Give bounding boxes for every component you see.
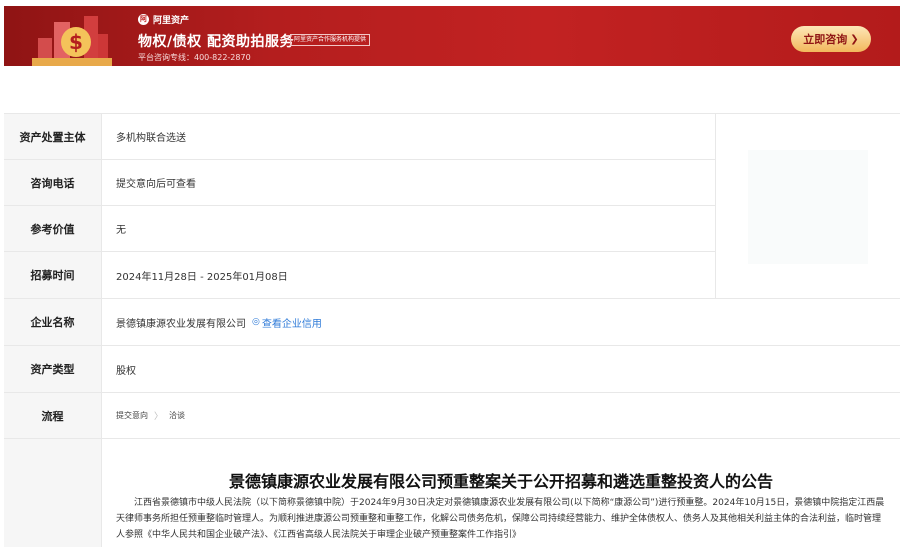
announcement-body: 江西省景德镇市中级人民法院（以下简称景德镇中院）于2024年9月30日决定对景德… <box>116 498 885 540</box>
table-row: 资产处置主体 多机构联合选送 <box>4 114 715 160</box>
table-row: 参考价值 无 <box>4 206 715 252</box>
banner-hotline: 平台咨询专线：400-822-2870 <box>138 53 251 62</box>
brand-name: 阿里资产 <box>153 16 190 26</box>
row-label: 资产处置主体 <box>4 114 102 159</box>
announcement-title: 景德镇康源农业发展有限公司预重整案关于公开招募和遴选重整投资人的公告 <box>228 472 773 491</box>
table-row: 咨询电话 提交意向后可查看 <box>4 160 715 206</box>
process-flow: 提交意向 〉 洽谈 <box>116 409 185 422</box>
row-value: 无 <box>116 225 126 236</box>
row-value: 2024年11月28日 - 2025年01月08日 <box>116 271 288 283</box>
table-row: 资产类型 股权 <box>4 346 900 393</box>
row-label: 咨询电话 <box>4 160 102 205</box>
banner-badge: 阿里资产合作服务机构提供 <box>290 34 371 46</box>
flow-step: 提交意向 <box>116 411 148 420</box>
asset-info-table: 资产处置主体 多机构联合选送 咨询电话 提交意向后可查看 参考价值 无 招募时间… <box>4 113 900 547</box>
consult-button[interactable]: 立即咨询 ❯ <box>791 26 871 52</box>
row-value: 提交意向 〉 洽谈 <box>116 393 185 438</box>
view-credit-label: 查看企业信用 <box>261 318 322 330</box>
table-row: 流程 提交意向 〉 洽谈 <box>4 393 900 439</box>
row-label: 参考价值 <box>4 206 102 251</box>
consult-button-label: 立即咨询 <box>803 33 848 46</box>
company-name: 景德镇康源农业发展有限公司 <box>116 318 246 330</box>
view-credit-link[interactable]: ◎ 查看企业信用 <box>252 315 322 330</box>
flow-step: 洽谈 <box>169 411 186 420</box>
row-value: 多机构联合选送 <box>116 133 186 144</box>
ali-logo-icon: 阿 <box>138 14 149 25</box>
row-value: 提交意向后可查看 <box>116 179 196 190</box>
row-label: 招募时间 <box>4 252 102 298</box>
promo-banner[interactable]: $ 阿 阿里资产 物权/债权 配资助拍服务 阿里资产合作服务机构提供 平台咨询专… <box>4 6 900 66</box>
row-label: 流程 <box>4 393 102 438</box>
svg-text:$: $ <box>69 30 83 54</box>
table-row: 企业名称 景德镇康源农业发展有限公司 ◎ 查看企业信用 <box>4 299 900 346</box>
row-value: 景德镇康源农业发展有限公司 ◎ 查看企业信用 <box>116 299 322 345</box>
chevron-right-icon: ❯ <box>850 33 859 45</box>
brand: 阿 阿里资产 <box>138 13 189 26</box>
row-label: 资产类型 <box>4 346 102 392</box>
shield-icon: ◎ <box>252 317 260 327</box>
announcement-label-cell <box>4 439 102 547</box>
row-value: 股权 <box>116 365 136 377</box>
banner-title: 物权/债权 配资助拍服务 <box>138 34 294 50</box>
qr-code-area <box>748 150 868 264</box>
table-row: 招募时间 2024年11月28日 - 2025年01月08日 <box>4 252 715 299</box>
side-panel <box>715 114 900 299</box>
row-label: 企业名称 <box>4 299 102 345</box>
chevron-right-icon: 〉 <box>154 412 164 422</box>
money-building-illustration: $ <box>32 16 112 66</box>
